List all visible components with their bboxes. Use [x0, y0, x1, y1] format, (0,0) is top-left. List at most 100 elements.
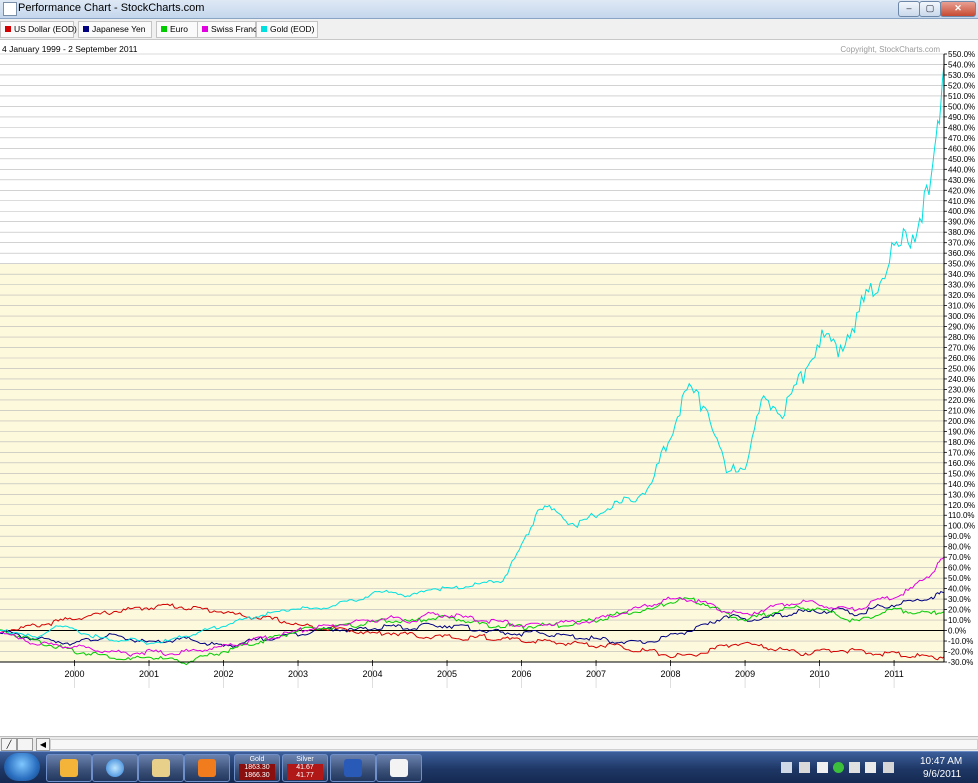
y-tick-label: 100.0% [948, 522, 975, 531]
taskbar-explorer[interactable] [138, 754, 184, 782]
y-tick-label: 330.0% [948, 281, 975, 290]
show-hidden-icons-icon[interactable] [781, 762, 792, 773]
taskbar-media-player[interactable] [184, 754, 230, 782]
folder-icon [152, 759, 170, 777]
y-tick-label: 510.0% [948, 92, 975, 101]
legend-item-japanese-yen[interactable]: Japanese Yen [78, 21, 152, 38]
x-tick-label: 2001 [139, 669, 159, 679]
y-tick-label: 250.0% [948, 364, 975, 373]
y-tick-label: 390.0% [948, 218, 975, 227]
window-title-bar: Performance Chart - StockCharts.com – ▢ … [0, 0, 978, 19]
chart-x-gridlines [74, 662, 895, 688]
y-tick-label: 440.0% [948, 165, 975, 174]
taskbar-silver-widget[interactable]: Silver 41.67 41.77 [282, 754, 328, 782]
network-icon[interactable] [865, 762, 876, 773]
legend-swatch [161, 26, 167, 32]
legend-label: Euro [170, 24, 188, 34]
y-tick-label: 110.0% [948, 511, 975, 520]
x-tick-label: 2011 [884, 669, 903, 679]
speaker-volume-icon[interactable] [883, 762, 894, 773]
silver-widget-value-2: 41.77 [287, 772, 323, 780]
y-tick-label: 340.0% [948, 270, 975, 279]
legend-label: Japanese Yen [92, 24, 146, 34]
y-tick-label: 360.0% [948, 249, 975, 258]
taskbar-gold-widget[interactable]: Gold 1863.30 1866.30 [234, 754, 280, 782]
y-tick-label: 320.0% [948, 291, 975, 300]
y-tick-label: 80.0% [948, 543, 971, 552]
gold-widget-label: Gold [249, 756, 265, 763]
action-center-flag-icon[interactable] [817, 762, 828, 773]
y-tick-label: 200.0% [948, 417, 975, 426]
legend-item-euro[interactable]: Euro [156, 21, 198, 38]
taskbar-java[interactable] [376, 754, 422, 782]
usb-device-icon[interactable] [799, 762, 810, 773]
legend-swatch [202, 26, 208, 32]
messenger-icon [60, 759, 78, 777]
performance-chart: -30.0% -20.0% -10.0% 0.0% 10.0% 20.0% 30.0% 40.… [0, 40, 978, 688]
y-tick-label: 130.0% [948, 490, 975, 499]
chart-copyright: Copyright, StockCharts.com [840, 45, 940, 54]
y-tick-label: -30.0% [948, 658, 973, 667]
y-tick-label: 350.0% [948, 260, 975, 269]
y-axis-ticks: -30.0%-20.0% -10.0%0.0% 10.0%20.0% 30.0%40.… [943, 50, 975, 667]
chart-svg: -30.0%-20.0% -10.0%0.0% 10.0%20.0% 30.0%40.… [0, 44, 975, 688]
chart-thumbnail-icon[interactable] [17, 738, 33, 751]
x-tick-label: 2002 [214, 669, 234, 679]
clock-date[interactable]: 9/6/2011 [923, 769, 961, 780]
legend-swatch [261, 26, 267, 32]
legend-swatch [5, 26, 11, 32]
y-tick-label: 370.0% [948, 239, 975, 248]
scroll-left-arrow-icon[interactable]: ◀ [36, 738, 50, 751]
y-tick-label: 310.0% [948, 302, 975, 311]
minimize-button[interactable]: – [898, 1, 920, 17]
horizontal-scrollbar[interactable] [50, 739, 978, 750]
legend-label: Gold (EOD) [270, 24, 315, 34]
x-tick-label: 2006 [512, 669, 532, 679]
line-tool-icon[interactable]: ╱ [1, 738, 17, 751]
y-tick-label: 150.0% [948, 469, 975, 478]
taskbar-word[interactable] [330, 754, 376, 782]
clock-time[interactable]: 10:47 AM [920, 756, 962, 767]
start-button[interactable] [4, 753, 40, 781]
y-tick-label: 240.0% [948, 375, 975, 384]
security-status-icon[interactable] [833, 762, 844, 773]
y-tick-label: 10.0% [948, 616, 971, 625]
legend-item-gold[interactable]: Gold (EOD) [256, 21, 318, 38]
y-tick-label: -20.0% [948, 648, 973, 657]
y-tick-label: 460.0% [948, 144, 975, 153]
ie-icon [106, 759, 124, 777]
media-player-icon [198, 759, 216, 777]
y-tick-label: 470.0% [948, 134, 975, 143]
window-title: Performance Chart - StockCharts.com [18, 2, 205, 14]
x-tick-label: 2008 [661, 669, 681, 679]
y-tick-label: 190.0% [948, 427, 975, 436]
taskbar-internet-explorer[interactable] [92, 754, 138, 782]
y-tick-label: 260.0% [948, 354, 975, 363]
y-tick-label: 490.0% [948, 113, 975, 122]
x-tick-label: 2003 [288, 669, 308, 679]
gold-widget-value-1: 1863.30 [239, 764, 275, 772]
chart-date-range-title: 4 January 1999 - 2 September 2011 [2, 44, 138, 54]
y-tick-label: -10.0% [948, 637, 973, 646]
close-button[interactable]: ✕ [940, 1, 976, 17]
y-tick-label: 50.0% [948, 574, 971, 583]
y-tick-label: 180.0% [948, 438, 975, 447]
y-tick-label: 420.0% [948, 186, 975, 195]
y-tick-label: 430.0% [948, 176, 975, 185]
browser-app-icon [3, 2, 17, 16]
x-axis-ticks: 2000 2001 2002 2003 2004 2005 2006 2007 2008 2009… [0, 660, 944, 679]
y-tick-label: 210.0% [948, 406, 975, 415]
taskbar-messenger[interactable] [46, 754, 92, 782]
y-tick-label: 520.0% [948, 81, 975, 90]
maximize-button[interactable]: ▢ [919, 1, 941, 17]
java-icon [390, 759, 408, 777]
x-tick-label: 2004 [363, 669, 383, 679]
legend-item-us-dollar[interactable]: US Dollar (EOD) [0, 21, 77, 38]
y-tick-label: 220.0% [948, 396, 975, 405]
y-tick-label: 160.0% [948, 459, 975, 468]
y-tick-label: 60.0% [948, 564, 971, 573]
y-tick-label: 500.0% [948, 102, 975, 111]
legend-item-swiss-franc[interactable]: Swiss Franc [197, 21, 257, 38]
y-tick-label: 30.0% [948, 595, 971, 604]
display-icon[interactable] [849, 762, 860, 773]
